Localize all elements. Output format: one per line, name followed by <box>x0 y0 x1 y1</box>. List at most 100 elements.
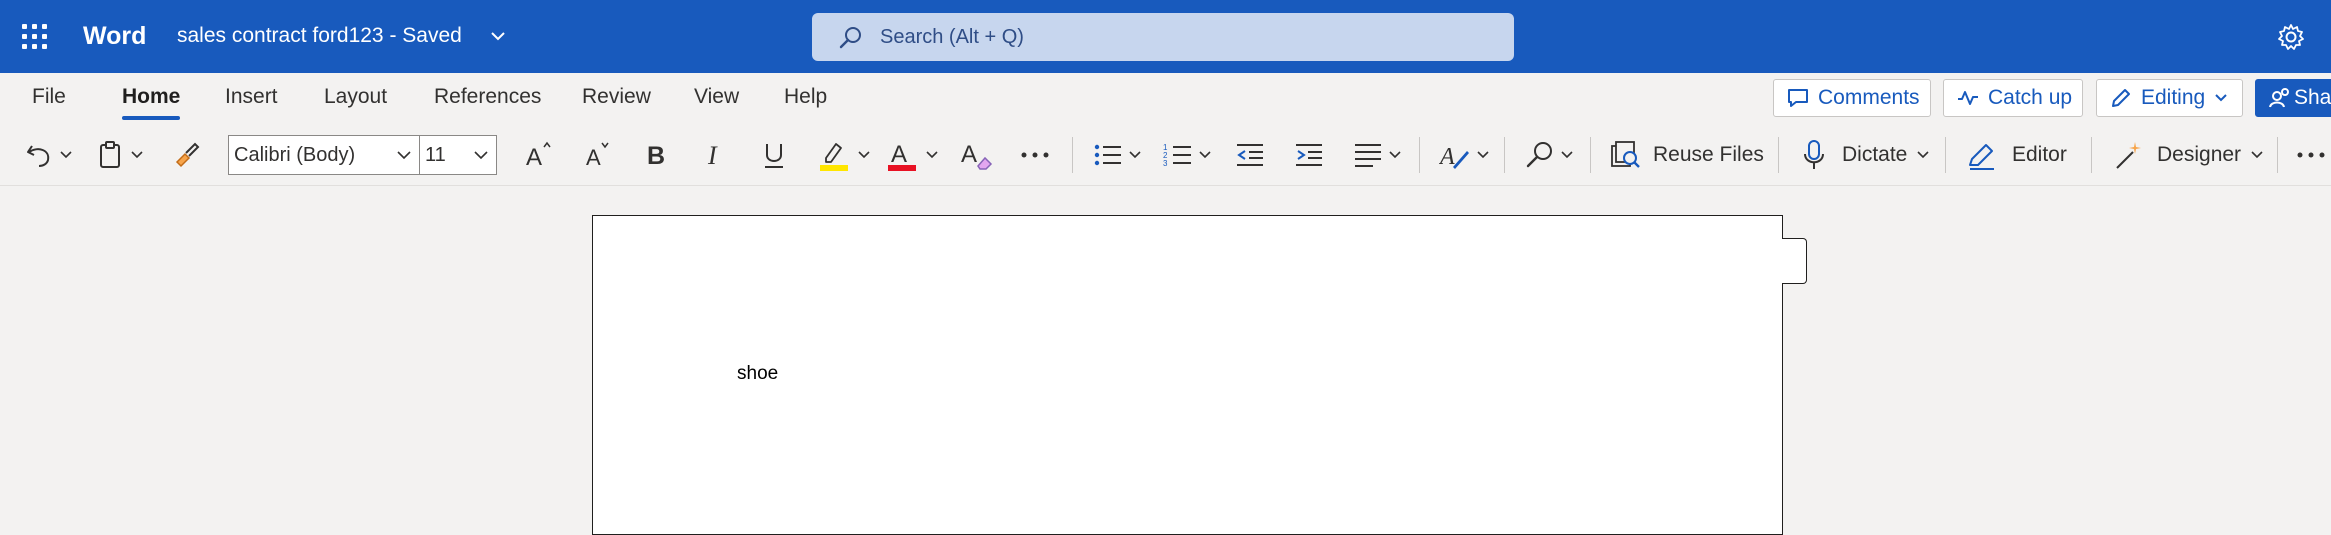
toolbar-divider <box>1419 137 1420 173</box>
underline-icon <box>765 144 783 168</box>
grow-font-icon: A <box>526 141 551 171</box>
chevron-down-icon <box>926 151 938 159</box>
dictate-button[interactable]: Dictate <box>1800 137 1931 173</box>
chevron-down-icon <box>858 151 870 159</box>
font-color-icon: A <box>888 141 916 171</box>
bulleted-list-icon <box>1094 144 1121 166</box>
svg-text:3: 3 <box>1163 159 1168 168</box>
toolbar-divider <box>2091 137 2092 173</box>
tab-references[interactable]: References <box>434 85 541 109</box>
editor-label: Editor <box>2012 143 2067 166</box>
bullets-button[interactable] <box>1093 137 1143 173</box>
more-font-options-button[interactable] <box>1019 137 1051 173</box>
more-icon <box>2297 152 2325 158</box>
search-input[interactable]: Search (Alt + Q) <box>812 13 1514 61</box>
designer-button[interactable]: Designer <box>2113 137 2265 173</box>
toolbar-divider <box>1590 137 1591 173</box>
document-page[interactable]: shoe <box>592 215 1783 535</box>
toolbar-divider <box>2277 137 2278 173</box>
increase-indent-button[interactable] <box>1294 137 1324 173</box>
active-tab-indicator <box>122 116 180 120</box>
font-size-select[interactable]: 11 <box>419 135 497 175</box>
svg-text:B: B <box>647 142 665 170</box>
chevron-down-icon <box>474 151 488 160</box>
gear-icon[interactable] <box>2276 22 2306 52</box>
more-icon <box>1021 152 1049 158</box>
toolbar-divider <box>1778 137 1779 173</box>
tab-help[interactable]: Help <box>784 85 827 109</box>
editing-mode-button[interactable]: Editing <box>2096 79 2243 117</box>
toolbar-divider <box>1072 137 1073 173</box>
tab-insert[interactable]: Insert <box>225 85 278 109</box>
svg-text:A: A <box>891 141 907 168</box>
toolbar-divider <box>1945 137 1946 173</box>
clipboard-icon <box>100 141 120 168</box>
styles-button[interactable]: A <box>1439 137 1491 173</box>
comments-button[interactable]: Comments <box>1773 79 1931 117</box>
catch-up-label: Catch up <box>1988 86 2073 109</box>
editor-button[interactable]: Editor <box>1966 137 2067 173</box>
numbering-button[interactable]: 123 <box>1163 137 1213 173</box>
chevron-down-icon[interactable] <box>488 26 508 46</box>
paste-button[interactable] <box>97 137 145 173</box>
undo-button[interactable] <box>24 137 74 173</box>
bold-button[interactable]: B <box>644 137 670 173</box>
clear-formatting-button[interactable]: A <box>960 137 994 173</box>
font-color-button[interactable]: A <box>886 137 940 173</box>
title-bar: Word sales contract ford123 - Saved Sear… <box>0 0 2331 73</box>
editor-icon <box>1969 144 1994 170</box>
highlighter-icon <box>820 143 848 171</box>
chevron-down-icon <box>397 151 411 160</box>
share-button[interactable]: Sha <box>2255 79 2331 117</box>
pencil-icon <box>2112 89 2130 107</box>
chevron-down-icon <box>1389 151 1401 159</box>
tab-home[interactable]: Home <box>122 85 180 109</box>
tab-view[interactable]: View <box>694 85 739 109</box>
svg-text:A: A <box>526 144 542 171</box>
paintbrush-icon <box>175 142 200 168</box>
underline-button[interactable] <box>760 137 788 173</box>
reuse-files-button[interactable]: Reuse Files <box>1609 137 1764 173</box>
catch-up-button[interactable]: Catch up <box>1943 79 2083 117</box>
more-options-button[interactable] <box>2295 137 2327 173</box>
dictate-label: Dictate <box>1842 143 1908 166</box>
font-name-select[interactable]: Calibri (Body) <box>228 135 420 175</box>
tab-review[interactable]: Review <box>582 85 651 109</box>
format-painter-button[interactable] <box>171 137 201 173</box>
shrink-font-icon: A <box>586 142 609 170</box>
reuse-files-icon <box>1611 141 1640 168</box>
svg-text:A: A <box>1439 144 1455 170</box>
find-button[interactable] <box>1525 137 1575 173</box>
chevron-down-icon <box>2251 151 2263 159</box>
document-canvas[interactable]: shoe <box>0 186 2331 535</box>
magic-wand-icon <box>2116 142 2141 169</box>
chevron-down-icon <box>60 151 72 159</box>
app-name[interactable]: Word <box>83 22 146 51</box>
document-title[interactable]: sales contract ford123 - Saved <box>177 24 462 48</box>
tab-file[interactable]: File <box>32 85 66 109</box>
bold-icon: B <box>647 142 665 170</box>
chevron-down-icon <box>1129 151 1141 159</box>
italic-button[interactable]: I <box>703 137 729 173</box>
numbered-list-icon: 123 <box>1163 143 1191 168</box>
svg-text:I: I <box>707 141 718 170</box>
paragraph-alignment-button[interactable] <box>1353 137 1403 173</box>
toolbar-divider <box>1504 137 1505 173</box>
grow-font-button[interactable]: A <box>524 137 556 173</box>
document-body-text[interactable]: shoe <box>737 363 778 385</box>
decrease-indent-button[interactable] <box>1235 137 1265 173</box>
undo-icon <box>27 145 50 167</box>
chevron-down-icon <box>1199 151 1211 159</box>
highlight-color-button[interactable] <box>818 137 872 173</box>
shrink-font-button[interactable]: A <box>584 137 616 173</box>
chevron-down-icon <box>131 151 143 159</box>
activity-icon <box>1958 91 1978 105</box>
svg-text:A: A <box>961 141 977 168</box>
tab-layout[interactable]: Layout <box>324 85 387 109</box>
comments-label: Comments <box>1818 86 1920 109</box>
increase-indent-icon <box>1296 144 1322 166</box>
app-launcher-icon[interactable] <box>22 24 48 50</box>
font-size-value: 11 <box>425 143 446 166</box>
comment-margin-tab[interactable] <box>1782 238 1807 284</box>
chevron-down-icon <box>1561 151 1573 159</box>
